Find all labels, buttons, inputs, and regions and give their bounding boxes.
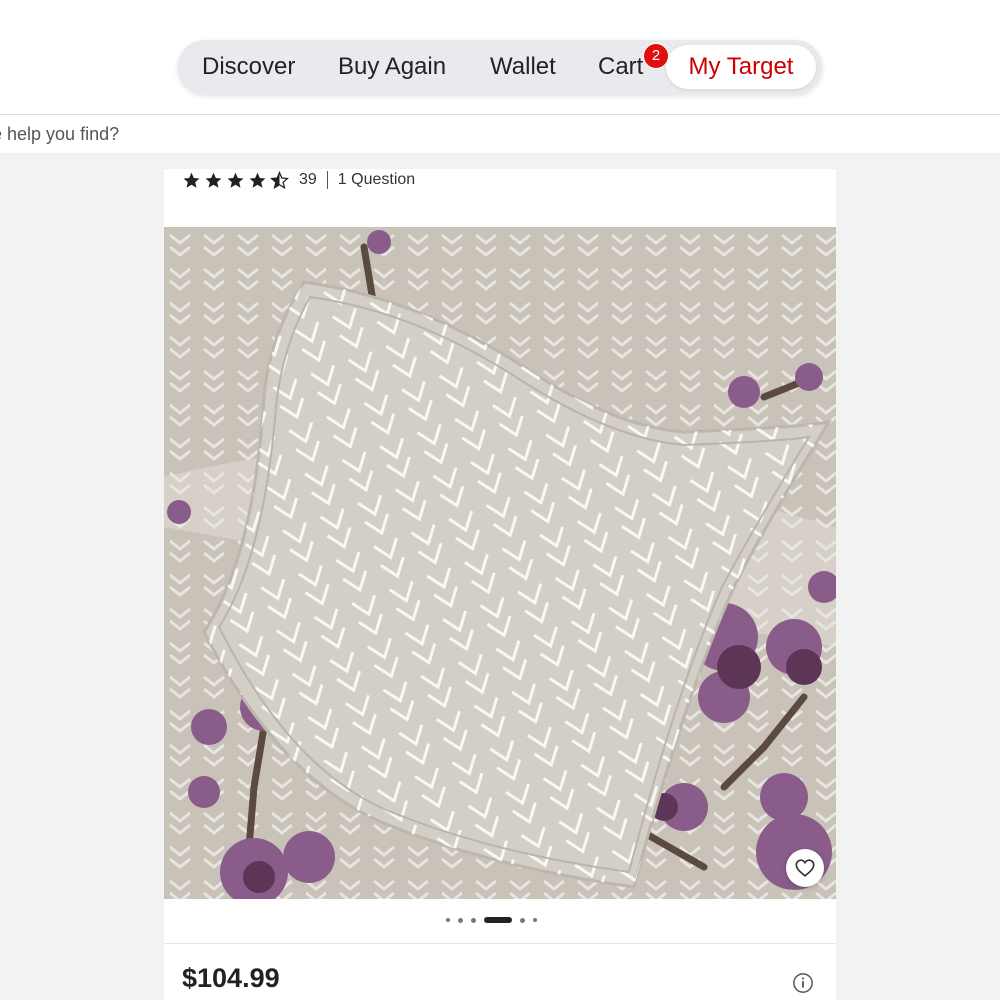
carousel-dot[interactable]: [533, 918, 537, 922]
tab-my-target[interactable]: My Target: [666, 45, 816, 89]
star-icon: [249, 172, 266, 188]
top-bar: Discover Buy Again Wallet Cart 2 My Targ…: [0, 0, 1000, 114]
divider: [164, 943, 836, 944]
favorite-button[interactable]: [786, 849, 824, 887]
carousel-dot[interactable]: [471, 917, 476, 923]
rating-row: 39 1 Question: [182, 169, 415, 191]
tab-discover[interactable]: Discover: [202, 40, 295, 94]
product-image[interactable]: [164, 227, 836, 899]
tab-cart[interactable]: Cart: [598, 40, 643, 94]
product-card: 39 1 Question $104.99: [164, 169, 836, 1000]
tab-wallet[interactable]: Wallet: [490, 40, 556, 94]
tab-buy-again[interactable]: Buy Again: [338, 40, 446, 94]
star-icon: [183, 172, 200, 188]
carousel-dot[interactable]: [446, 918, 450, 922]
half-star-icon: [270, 170, 289, 189]
review-count[interactable]: 39: [299, 171, 317, 189]
carousel-dot[interactable]: [520, 917, 525, 923]
star-icon: [227, 172, 244, 188]
carousel-indicator[interactable]: [446, 917, 537, 923]
star-rating[interactable]: [182, 170, 289, 190]
search-input[interactable]: [0, 115, 992, 153]
price: $104.99: [182, 963, 280, 993]
star-icon: [205, 172, 222, 188]
carousel-dot-active[interactable]: [484, 917, 512, 923]
search-bar: [0, 114, 1000, 154]
page-background: [0, 153, 1000, 169]
tab-bar: Discover Buy Again Wallet Cart 2 My Targ…: [178, 40, 822, 94]
info-icon[interactable]: [792, 972, 814, 994]
heart-icon: [795, 859, 815, 877]
carousel-dot[interactable]: [458, 917, 463, 923]
questions-link[interactable]: 1 Question: [338, 171, 415, 189]
divider: [326, 171, 328, 189]
